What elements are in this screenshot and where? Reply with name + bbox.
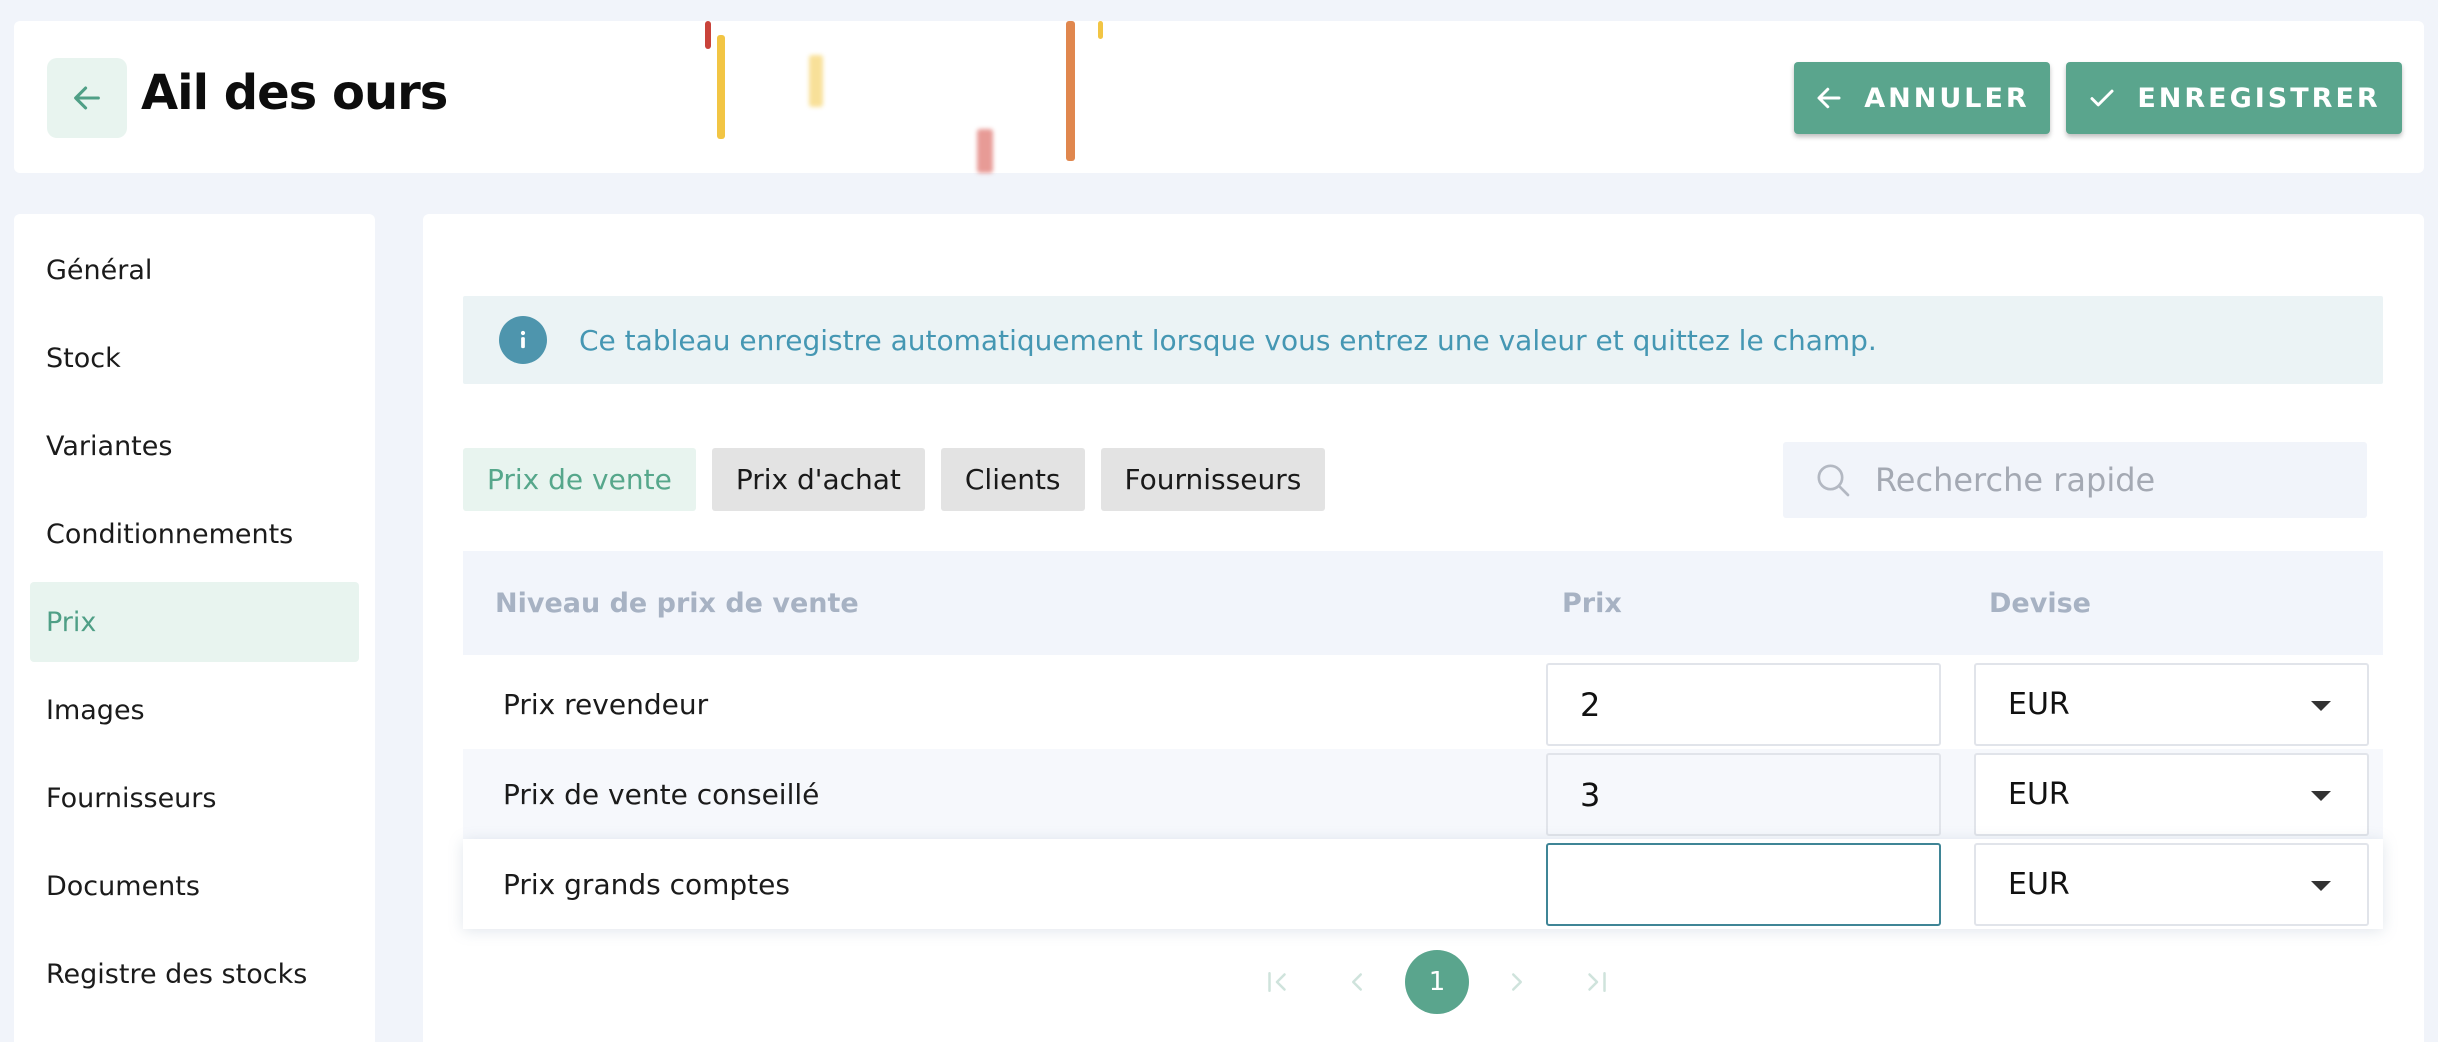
decorative-streak <box>1066 21 1075 161</box>
column-header-prix: Prix <box>1562 587 1622 619</box>
tab-fournisseurs[interactable]: Fournisseurs <box>1100 448 1326 511</box>
sidebar-item-prix[interactable]: Prix <box>30 582 359 662</box>
price-tabs: Prix de vente Prix d'achat Clients Fourn… <box>463 448 1326 511</box>
sidebar-item-label: Général <box>46 254 153 286</box>
check-icon <box>2090 89 2114 107</box>
price-level-label: Prix de vente conseillé <box>503 777 820 811</box>
current-page[interactable]: 1 <box>1405 950 1469 1014</box>
sidebar-item-label: Variantes <box>46 430 173 462</box>
save-label: ENREGISTRER <box>2137 82 2381 114</box>
page-header: Ail des ours ANNULER ENREGISTRER <box>14 21 2424 173</box>
currency-select[interactable]: EUR <box>1974 663 2369 746</box>
decorative-streak <box>809 55 823 107</box>
next-page-button[interactable] <box>1477 950 1557 1014</box>
sidebar-item-label: Stock <box>46 342 121 374</box>
sidebar-item-fournisseurs[interactable]: Fournisseurs <box>30 758 359 838</box>
first-page-button[interactable] <box>1237 950 1317 1014</box>
pagination: 1 <box>1237 950 1637 1014</box>
price-input[interactable] <box>1546 843 1941 926</box>
sidebar-item-general[interactable]: Général <box>30 230 359 310</box>
column-header-devise: Devise <box>1989 587 2091 619</box>
sidebar-item-stock[interactable]: Stock <box>30 318 359 398</box>
price-input[interactable] <box>1546 753 1941 836</box>
cancel-button[interactable]: ANNULER <box>1794 62 2050 134</box>
sidebar-item-label: Documents <box>46 870 200 902</box>
table-row: Prix revendeur EUR <box>463 659 2383 749</box>
table-header: Niveau de prix de vente Prix Devise <box>463 551 2383 655</box>
first-page-icon <box>1268 972 1286 992</box>
last-page-icon <box>1588 972 1606 992</box>
currency-select[interactable]: EUR <box>1974 753 2369 836</box>
decorative-streak <box>1098 21 1103 39</box>
page-title: Ail des ours <box>141 65 448 121</box>
prev-page-button[interactable] <box>1317 950 1397 1014</box>
sidebar-item-registre-des-stocks[interactable]: Registre des stocks <box>30 934 359 1014</box>
last-page-button[interactable] <box>1557 950 1637 1014</box>
currency-value: EUR <box>2008 867 2070 902</box>
quick-search[interactable] <box>1783 442 2367 518</box>
sidebar-item-label: Conditionnements <box>46 518 294 550</box>
currency-select[interactable]: EUR <box>1974 843 2369 926</box>
currency-value: EUR <box>2008 687 2070 722</box>
sidebar-item-label: Prix <box>46 606 97 638</box>
table-row: Prix de vente conseillé EUR <box>463 749 2383 839</box>
sidebar: Général Stock Variantes Conditionnements… <box>14 214 375 1042</box>
info-icon <box>499 316 547 364</box>
price-level-label: Prix revendeur <box>503 687 709 721</box>
next-page-icon <box>1512 973 1522 991</box>
column-header-niveau: Niveau de prix de vente <box>495 587 859 619</box>
decorative-streak <box>977 129 993 173</box>
sidebar-item-images[interactable]: Images <box>30 670 359 750</box>
decorative-streak <box>717 35 725 139</box>
price-input[interactable] <box>1546 663 1941 746</box>
sidebar-item-variantes[interactable]: Variantes <box>30 406 359 486</box>
arrow-left-icon <box>1817 87 1841 109</box>
sidebar-item-label: Fournisseurs <box>46 782 217 814</box>
arrow-left-icon <box>74 86 100 110</box>
caret-down-icon <box>2311 701 2331 711</box>
main-panel: Ce tableau enregistre automatiquement lo… <box>423 214 2424 1042</box>
search-icon <box>1813 460 1853 500</box>
back-button[interactable] <box>47 58 127 138</box>
sidebar-item-conditionnements[interactable]: Conditionnements <box>30 494 359 574</box>
tab-prix-d-achat[interactable]: Prix d'achat <box>711 448 925 511</box>
sidebar-item-documents[interactable]: Documents <box>30 846 359 926</box>
search-input[interactable] <box>1875 461 2345 499</box>
price-level-label: Prix grands comptes <box>503 867 790 901</box>
tab-clients[interactable]: Clients <box>940 448 1085 511</box>
sidebar-item-label: Registre des stocks <box>46 958 308 990</box>
tab-prix-de-vente[interactable]: Prix de vente <box>463 448 696 511</box>
info-text: Ce tableau enregistre automatiquement lo… <box>579 323 1877 357</box>
save-button[interactable]: ENREGISTRER <box>2066 62 2402 134</box>
prev-page-icon <box>1352 973 1362 991</box>
table-row: Prix grands comptes EUR <box>463 839 2383 929</box>
sidebar-item-label: Images <box>46 694 145 726</box>
caret-down-icon <box>2311 881 2331 891</box>
currency-value: EUR <box>2008 777 2070 812</box>
info-banner: Ce tableau enregistre automatiquement lo… <box>463 296 2383 384</box>
decorative-streak <box>705 21 711 49</box>
cancel-label: ANNULER <box>1864 82 2030 114</box>
caret-down-icon <box>2311 791 2331 801</box>
